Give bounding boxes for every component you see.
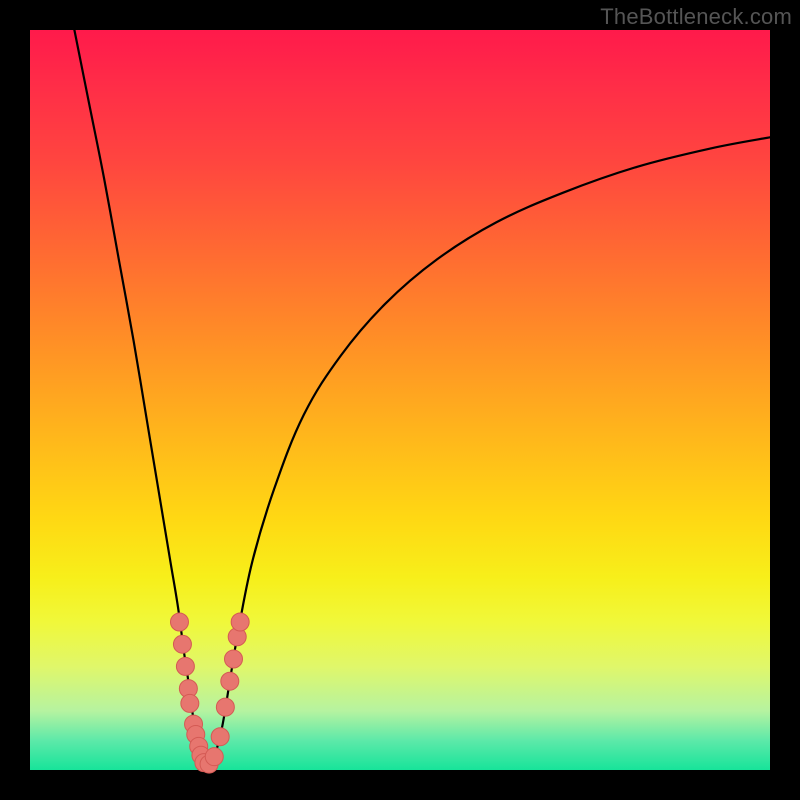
highlight-dot [170, 613, 188, 631]
left-branch-path [74, 30, 202, 764]
right-branch-path [211, 137, 770, 764]
highlight-dot [181, 694, 199, 712]
curves-svg [30, 30, 770, 770]
highlight-dot [211, 728, 229, 746]
highlight-dot [231, 613, 249, 631]
highlight-dot [176, 657, 194, 675]
plot-area [30, 30, 770, 770]
highlight-dot [225, 650, 243, 668]
highlight-dot [216, 698, 234, 716]
highlight-dots-group [170, 613, 249, 773]
chart-frame: TheBottleneck.com [0, 0, 800, 800]
highlight-dot [173, 635, 191, 653]
watermark-text: TheBottleneck.com [600, 4, 792, 30]
highlight-dot [205, 748, 223, 766]
highlight-dot [221, 672, 239, 690]
